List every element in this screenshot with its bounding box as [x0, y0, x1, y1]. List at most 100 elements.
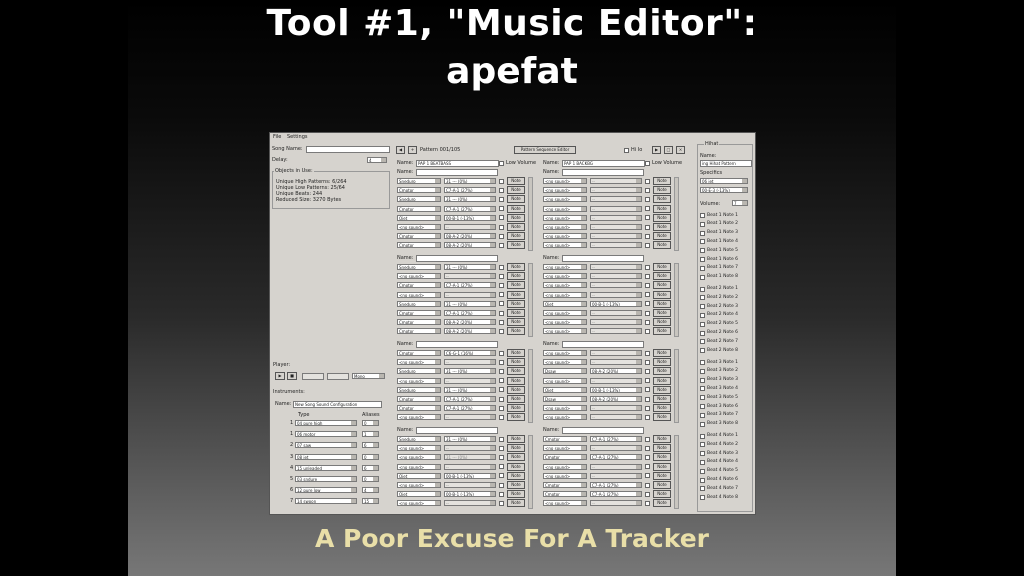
right-row-note-select[interactable]: C7-A-1 (27%) [590, 491, 642, 498]
right-row-enable-checkbox[interactable] [645, 436, 650, 442]
left-row-note-select[interactable]: 31 --- (0%) [444, 386, 496, 393]
menu-settings[interactable]: Settings [287, 134, 308, 140]
right-row-enable-checkbox[interactable] [645, 224, 650, 230]
instrument-type-select[interactable]: 03 sndure [295, 476, 357, 482]
right-row-note-select[interactable]: -- [590, 233, 642, 240]
right-row-note-select[interactable]: -- [590, 196, 642, 203]
left-row-enable-checkbox[interactable] [499, 282, 504, 288]
instrument-alias-select[interactable]: 6 [362, 464, 379, 471]
left-row-enable-checkbox[interactable] [499, 264, 504, 270]
right-row-note-button[interactable]: Note [653, 453, 671, 462]
right-row-note-select[interactable]: 08-A-2 (20%) [590, 368, 642, 375]
left-row-note-select[interactable]: C7-A-1 (27%) [444, 187, 496, 194]
left-row-enable-checkbox[interactable] [499, 464, 504, 470]
left-row-note-select[interactable]: -- [444, 500, 496, 507]
left-row-note-button[interactable]: Note [507, 481, 525, 489]
left-block-name-input[interactable] [416, 427, 498, 434]
right-row-note-button[interactable]: Note [653, 490, 671, 499]
beat-checkbox[interactable] [700, 377, 705, 383]
left-row-note-button[interactable]: Note [507, 413, 525, 422]
right-row-instrument-select[interactable]: <no sound> [543, 463, 587, 470]
left-row-note-button[interactable]: Note [507, 327, 525, 336]
left-row-note-button[interactable]: Note [507, 318, 525, 327]
right-row-note-select[interactable]: -- [590, 328, 642, 335]
right-block-side-tab[interactable] [674, 349, 679, 423]
right-row-note-select[interactable]: -- [590, 350, 642, 356]
left-row-note-button[interactable]: Note [507, 462, 525, 471]
right-row-note-button[interactable]: Note [653, 413, 671, 422]
left-row-instrument-select[interactable]: Ojet [397, 214, 441, 221]
left-row-enable-checkbox[interactable] [499, 224, 504, 230]
prev-pattern-button[interactable]: ◀ [396, 146, 405, 154]
left-row-instrument-select[interactable]: Ojet [397, 472, 441, 479]
right-row-note-button[interactable]: Note [653, 213, 671, 222]
beat-checkbox[interactable] [700, 339, 705, 345]
right-row-enable-checkbox[interactable] [645, 282, 650, 288]
right-row-instrument-select[interactable]: <no sound> [543, 264, 587, 270]
left-row-note-button[interactable]: Note [507, 195, 525, 204]
left-row-enable-checkbox[interactable] [499, 368, 504, 374]
left-row-note-select[interactable]: -- [444, 377, 496, 384]
hihat-note-select[interactable]: 00-E-3 (-13%) [700, 187, 748, 193]
right-row-enable-checkbox[interactable] [645, 273, 650, 279]
right-row-instrument-select[interactable]: <no sound> [543, 242, 587, 249]
right-block-name-input[interactable] [562, 341, 644, 348]
instrument-alias-select[interactable]: 6 [362, 442, 379, 449]
right-row-note-button[interactable]: Note [653, 499, 671, 508]
right-row-enable-checkbox[interactable] [645, 387, 650, 393]
beat-checkbox[interactable] [700, 321, 705, 327]
right-row-instrument-select[interactable]: Cmotor [543, 482, 587, 488]
instrument-type-select[interactable]: 15 unleaded [295, 464, 357, 471]
left-row-note-button[interactable]: Note [507, 444, 525, 453]
left-block-side-tab[interactable] [528, 435, 533, 509]
left-row-note-button[interactable]: Note [507, 499, 525, 508]
left-row-enable-checkbox[interactable] [499, 178, 504, 184]
right-row-note-select[interactable]: -- [590, 463, 642, 470]
left-row-note-select[interactable]: C7-A-1 (27%) [444, 396, 496, 402]
left-row-note-select[interactable]: -- [444, 224, 496, 230]
right-row-note-button[interactable]: Note [653, 462, 671, 471]
stop-button[interactable]: ■ [287, 372, 297, 380]
left-row-note-select[interactable]: 08-A-2 (20%) [444, 328, 496, 335]
left-row-note-button[interactable]: Note [507, 309, 525, 317]
right-row-note-button[interactable]: Note [653, 395, 671, 403]
beat-checkbox[interactable] [700, 477, 705, 483]
right-row-note-button[interactable]: Note [653, 177, 671, 185]
right-row-note-select[interactable]: -- [590, 178, 642, 184]
right-row-note-button[interactable]: Note [653, 358, 671, 367]
left-row-note-select[interactable]: -- [444, 291, 496, 298]
player-pattern-field[interactable] [327, 373, 349, 380]
right-row-note-button[interactable]: Note [653, 318, 671, 327]
right-row-enable-checkbox[interactable] [645, 464, 650, 470]
beat-checkbox[interactable] [700, 304, 705, 310]
beat-checkbox[interactable] [700, 330, 705, 336]
left-row-instrument-select[interactable]: Cmotor [397, 350, 441, 356]
beat-checkbox[interactable] [700, 433, 705, 439]
right-block-side-tab[interactable] [674, 263, 679, 337]
right-row-instrument-select[interactable]: Cmotor [543, 436, 587, 442]
right-row-note-button[interactable]: Note [653, 195, 671, 204]
left-row-note-select[interactable]: -- [444, 359, 496, 366]
left-row-note-select[interactable]: 31 --- (0%) [444, 264, 496, 270]
left-row-instrument-select[interactable]: Sneduro [397, 178, 441, 184]
beat-checkbox[interactable] [700, 395, 705, 401]
right-row-instrument-select[interactable]: <no sound> [543, 350, 587, 356]
left-row-enable-checkbox[interactable] [499, 473, 504, 479]
right-row-instrument-select[interactable]: <no sound> [543, 196, 587, 203]
right-row-note-select[interactable]: -- [590, 472, 642, 479]
right-row-enable-checkbox[interactable] [645, 310, 650, 316]
left-block-name-input[interactable] [416, 341, 498, 348]
left-block-side-tab[interactable] [528, 177, 533, 251]
left-row-enable-checkbox[interactable] [499, 500, 504, 506]
pattern-sequence-editor-button[interactable]: Pattern Sequence Editor [514, 146, 576, 154]
right-block-name-input[interactable] [562, 427, 644, 434]
right-row-note-button[interactable]: Note [653, 349, 671, 357]
right-row-note-select[interactable]: C7-A-1 (27%) [590, 454, 642, 461]
left-row-note-button[interactable]: Note [507, 404, 525, 413]
right-row-note-select[interactable]: -- [590, 187, 642, 194]
left-row-instrument-select[interactable]: Cmotor [397, 319, 441, 326]
left-row-note-select[interactable]: 00-B-1 (-13%) [444, 214, 496, 221]
left-row-instrument-select[interactable]: Sneduro [397, 386, 441, 393]
beat-checkbox[interactable] [700, 451, 705, 457]
menu-file[interactable]: File [273, 134, 281, 140]
